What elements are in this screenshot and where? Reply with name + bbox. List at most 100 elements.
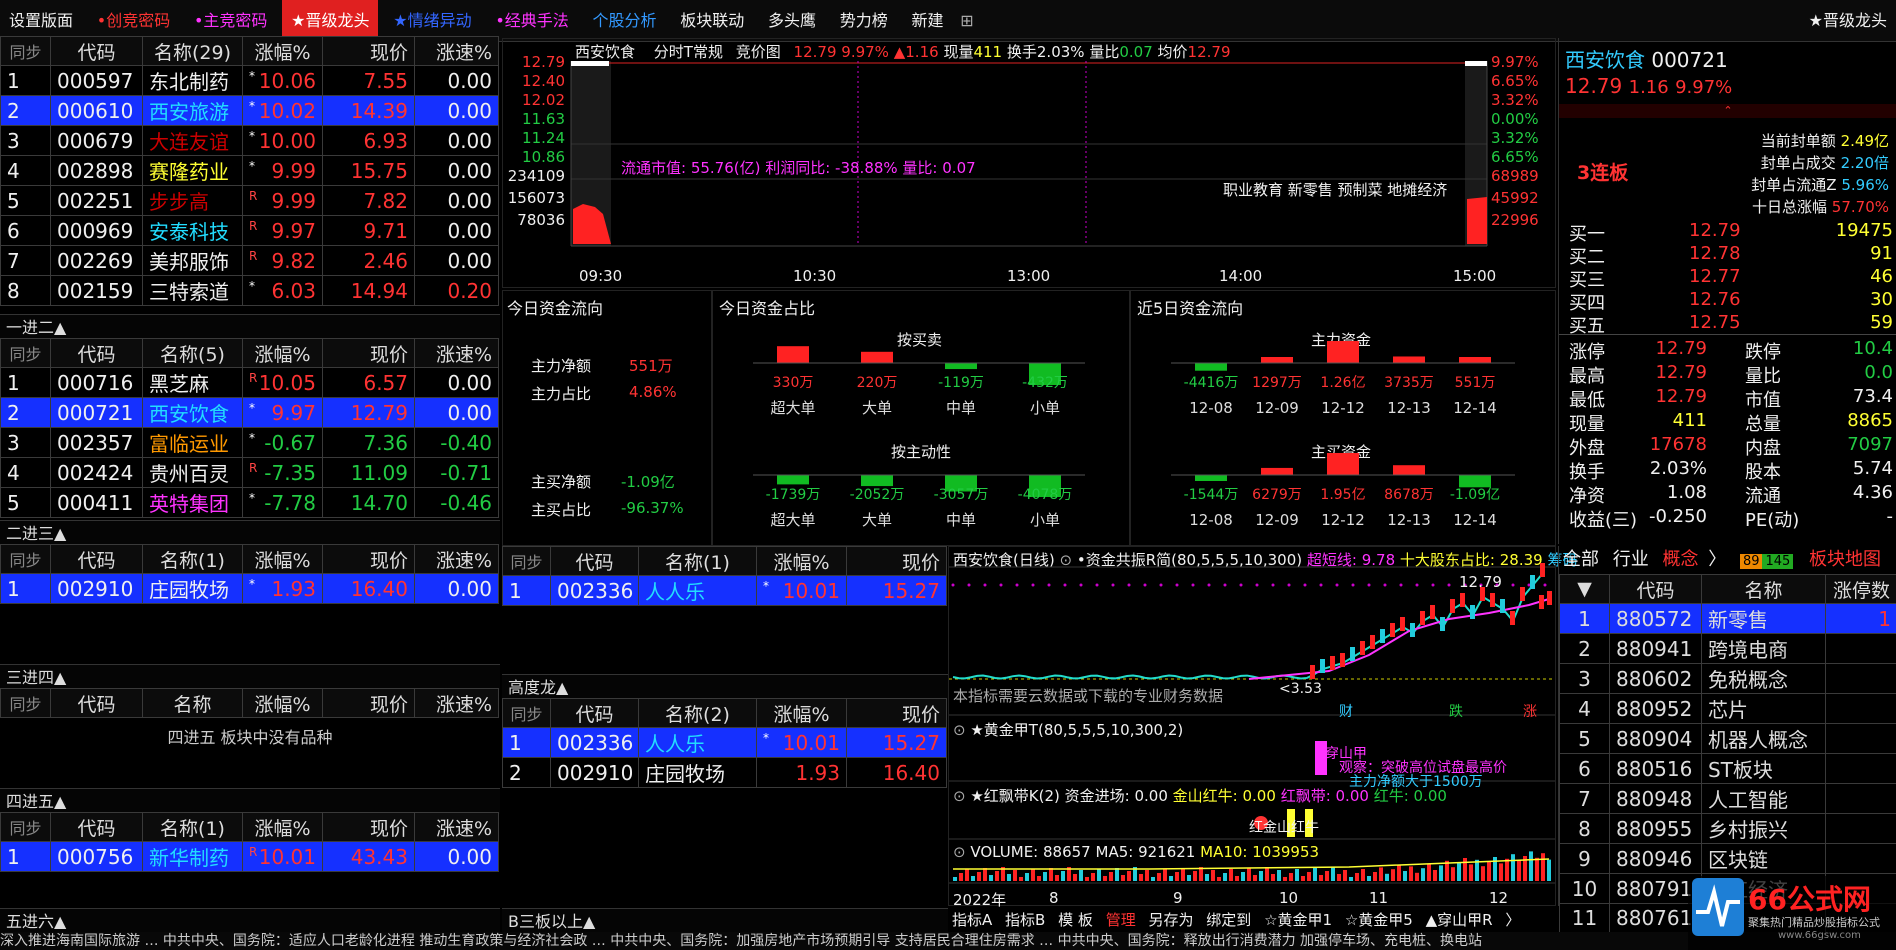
section-3to4[interactable]: 三进四▲: [0, 664, 500, 690]
col-change[interactable]: 涨幅%: [242, 812, 323, 842]
sync-button[interactable]: 同步: [0, 812, 51, 842]
col-code[interactable]: 代码: [50, 688, 143, 718]
table-row[interactable]: 5 880904 机器人概念: [1559, 723, 1896, 754]
bid-row[interactable]: 买四 12.76 30: [1559, 289, 1896, 314]
col-price[interactable]: 现价: [322, 812, 415, 842]
table-row[interactable]: 1 000716 黑芝麻 R 10.05 6.57 0.00: [0, 367, 499, 398]
col-name[interactable]: 名称(2): [638, 698, 757, 728]
col-speed[interactable]: 涨速%: [414, 338, 499, 368]
sync-button[interactable]: 同步: [502, 546, 551, 576]
sync-button[interactable]: 同步: [0, 688, 51, 718]
section-4to5[interactable]: 四进五▲: [0, 788, 500, 814]
section-5to6[interactable]: 五进六▲: [0, 908, 500, 934]
tab-stock-analysis[interactable]: 个股分析: [584, 0, 666, 41]
tab-sector-link[interactable]: 板块联动: [671, 0, 753, 41]
section-b3-board[interactable]: B三板以上▲: [502, 908, 948, 934]
col-price[interactable]: 现价: [322, 544, 415, 574]
col-code[interactable]: 代码: [50, 812, 143, 842]
table-row[interactable]: 3 000679 大连友谊 * 10.00 6.93 0.00: [0, 125, 499, 156]
tab-indicator-b[interactable]: 指标B: [1005, 911, 1045, 929]
tab-bull-eagle[interactable]: 多头鹰: [759, 0, 825, 41]
col-name[interactable]: 名称(5): [142, 338, 243, 368]
table-row[interactable]: 9 880946 区块链: [1559, 843, 1896, 874]
tab-manage[interactable]: 管理: [1106, 911, 1136, 929]
col-change[interactable]: 涨幅%: [242, 36, 323, 66]
table-row[interactable]: 3 880602 免税概念: [1559, 663, 1896, 694]
bid-row[interactable]: 买二 12.78 91: [1559, 243, 1896, 268]
section-height-dragon[interactable]: 高度龙▲: [502, 674, 948, 700]
col-code[interactable]: 代码: [50, 544, 143, 574]
table-row[interactable]: 7 002269 美邦服饰 R 9.82 2.46 0.00: [0, 245, 499, 276]
table-row[interactable]: 4 002424 贵州百灵 R -7.35 11.09 -0.71: [0, 457, 499, 488]
table-row[interactable]: 2 002910 庄园牧场 1.93 16.40: [502, 757, 947, 788]
col-name[interactable]: 名称: [142, 688, 243, 718]
table-row[interactable]: 1 880572 新零售 1: [1559, 603, 1896, 634]
col-change[interactable]: 涨幅%: [242, 544, 323, 574]
sector-tab-next[interactable]: 〉: [1708, 549, 1726, 570]
bid-row[interactable]: 买五 12.75 59: [1559, 312, 1896, 337]
col-price[interactable]: 现价: [322, 338, 415, 368]
news-ticker[interactable]: 深入推进海南国际旅游 … 中共中央、国务院：适应人口老龄化进程 推动生育政策与经…: [0, 932, 1896, 950]
col-price[interactable]: 现价: [846, 698, 947, 728]
tab-next[interactable]: 〉: [1505, 911, 1520, 929]
table-row[interactable]: 8 002159 三特索道 * 6.03 14.94 0.20: [0, 275, 499, 306]
table-row[interactable]: 1 000597 东北制药 * 10.06 7.55 0.00: [0, 65, 499, 96]
col-speed[interactable]: 涨速%: [414, 36, 499, 66]
col-code[interactable]: 代码: [50, 36, 143, 66]
col-change[interactable]: 涨幅%: [756, 546, 847, 576]
section-2to3[interactable]: 二进三▲: [0, 520, 500, 546]
col-code[interactable]: 代码: [550, 698, 639, 728]
sync-button[interactable]: 同步: [0, 544, 51, 574]
col-speed[interactable]: 涨速%: [414, 544, 499, 574]
col-code[interactable]: 代码: [50, 338, 143, 368]
tab-save-as[interactable]: 另存为: [1148, 911, 1193, 929]
col-speed[interactable]: 涨速%: [414, 688, 499, 718]
tab-template[interactable]: 模 板: [1058, 911, 1093, 929]
col-price[interactable]: 现价: [846, 546, 947, 576]
col-change[interactable]: 涨幅%: [242, 338, 323, 368]
section-1to2[interactable]: 一进二▲: [0, 314, 500, 340]
sector-tab-all[interactable]: 全部: [1563, 549, 1599, 570]
table-row[interactable]: 6 880516 ST板块: [1559, 753, 1896, 784]
tab-classic[interactable]: •经典手法: [486, 0, 577, 41]
gold-indicator[interactable]: ⊙ ★黄金甲T(80,5,5,5,10,300,2): [953, 719, 1183, 740]
red-ribbon-indicator[interactable]: ⊙ ★红飘带K(2) 资金进场: 0.00 金山红牛: 0.00 红飘带: 0.…: [953, 785, 1447, 806]
table-row[interactable]: 7 880948 人工智能: [1559, 783, 1896, 814]
table-row[interactable]: 1 002910 庄园牧场 * 1.93 16.40 0.00: [0, 573, 499, 604]
col-name[interactable]: 名称(29): [142, 36, 243, 66]
add-tab-icon[interactable]: ⊞: [958, 0, 975, 41]
expand-icon[interactable]: ⌃: [1559, 104, 1896, 118]
sync-button[interactable]: 同步: [0, 338, 51, 368]
tab-pangolin[interactable]: ▲穿山甲R: [1426, 911, 1493, 929]
right-tab-label[interactable]: ★晋级龙头: [1800, 0, 1896, 41]
tab-indicator-a[interactable]: 指标A: [952, 911, 992, 929]
tab-bind[interactable]: 绑定到: [1206, 911, 1251, 929]
tab-gold-1[interactable]: ☆黄金甲1: [1264, 911, 1332, 929]
col-limit-count[interactable]: 涨停数: [1825, 574, 1896, 604]
table-row[interactable]: 4 002898 赛隆药业 * 9.99 15.75 0.00: [0, 155, 499, 186]
volume-indicator[interactable]: ⊙ VOLUME: 88657 MA5: 921621 MA10: 103995…: [953, 843, 1319, 861]
table-row[interactable]: 2 880941 跨境电商: [1559, 633, 1896, 664]
sync-button[interactable]: 同步: [0, 36, 51, 66]
col-name[interactable]: 名称(1): [142, 812, 243, 842]
col-speed[interactable]: 涨速%: [414, 812, 499, 842]
table-row[interactable]: 8 880955 乡村振兴: [1559, 813, 1896, 844]
col-change[interactable]: 涨幅%: [242, 688, 323, 718]
table-row[interactable]: 1 002336 人人乐 * 10.01 15.27: [502, 575, 947, 606]
col-code[interactable]: 代码: [1609, 574, 1702, 604]
col-name[interactable]: 名称(1): [142, 544, 243, 574]
col-price[interactable]: 现价: [322, 36, 415, 66]
table-row[interactable]: 6 000969 安泰科技 R 9.97 9.71 0.00: [0, 215, 499, 246]
table-row[interactable]: 4 880952 芯片: [1559, 693, 1896, 724]
table-row[interactable]: 5 002251 步步高 R 9.99 7.82 0.00: [0, 185, 499, 216]
col-name[interactable]: 名称: [1701, 574, 1826, 604]
col-name[interactable]: 名称(1): [638, 546, 757, 576]
tab-new[interactable]: 新建: [903, 0, 953, 41]
table-row[interactable]: 2 000721 西安饮食 * 9.97 12.79 0.00: [0, 397, 499, 428]
table-row[interactable]: 1 002336 人人乐 * 10.01 15.27: [502, 727, 947, 758]
tab-power-list[interactable]: 势力榜: [831, 0, 897, 41]
col-code[interactable]: 代码: [550, 546, 639, 576]
table-row[interactable]: 2 000610 西安旅游 * 10.02 14.39 0.00: [0, 95, 499, 126]
sort-icon[interactable]: ▼: [1559, 574, 1610, 604]
sync-button[interactable]: 同步: [502, 698, 551, 728]
